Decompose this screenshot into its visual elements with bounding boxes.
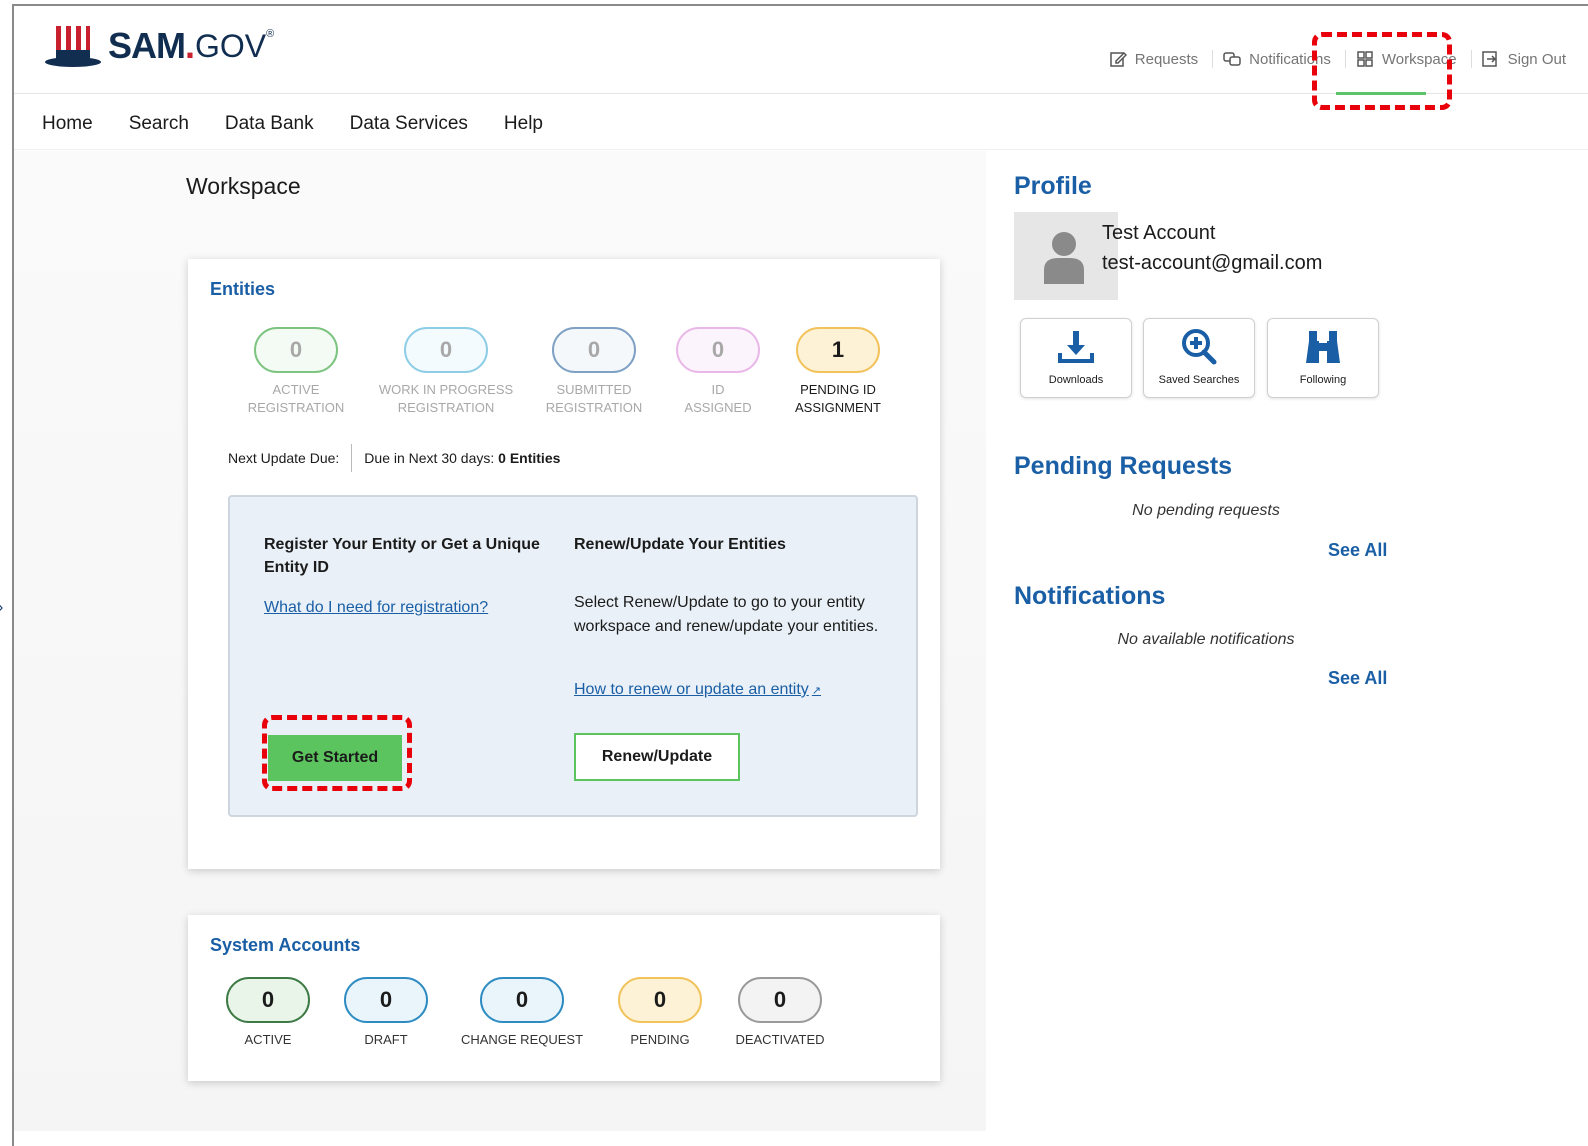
stat-label: ACTIVE REGISTRATION [247,382,345,415]
stat-id-assigned[interactable]: 0 ID ASSIGNED [658,327,778,417]
due-count: 0 Entities [498,450,561,466]
stat-pill: 0 [676,327,760,373]
sys-stat-change-request[interactable]: 0 CHANGE REQUEST [452,977,592,1049]
pending-requests-title: Pending Requests [1014,452,1233,480]
following-label: Following [1299,374,1347,386]
stat-pill: 0 [404,327,488,373]
renew-help-link: How to renew or update an entity [574,681,809,698]
divider [351,444,353,472]
notifications-see-all[interactable]: See All [1328,668,1387,689]
nav-data-bank[interactable]: Data Bank [225,113,314,135]
stat-label: ID ASSIGNED [684,382,752,415]
sys-stat-pending[interactable]: 0 PENDING [600,977,720,1049]
zoom-in-icon [1182,329,1217,365]
download-icon [1058,331,1094,363]
requests-link[interactable]: Requests [1109,50,1198,68]
site-header: SAM. GOV ® Requests Notifications Workspac… [14,6,1588,110]
page-edge-arrow: › [0,600,8,616]
logo-gov-text: GOV [195,27,267,64]
chat-bubbles-icon [1223,52,1241,66]
external-link-icon: ↗ [811,685,822,697]
pending-requests-see-all[interactable]: See All [1328,540,1387,561]
binoculars-icon [1306,331,1340,363]
signout-link[interactable]: Sign Out [1470,50,1566,68]
entities-card: Entities 0 ACTIVE REGISTRATION 0 WORK IN … [188,259,940,869]
renew-description: Select Renew/Update to go to your entity… [574,594,879,635]
stat-label: WORK IN PROGRESS REGISTRATION [378,382,514,415]
stat-pill: 0 [344,977,428,1023]
stat-pill: 0 [480,977,564,1023]
stat-label: DEACTIVATED [735,1032,825,1047]
entity-actions-panel: Register Your Entity or Get a Unique Ent… [228,495,918,817]
nav-home[interactable]: Home [42,113,93,135]
renew-title: Renew/Update Your Entities [574,536,786,553]
edit-icon [1110,51,1127,67]
stat-pill: 0 [226,977,310,1023]
sys-stat-deactivated[interactable]: 0 DEACTIVATED [720,977,840,1049]
notifications-title: Notifications [1014,582,1166,610]
renew-help-link-wrap[interactable]: How to renew or update an entity ↗ [574,681,821,699]
logo-dot: . [185,25,196,66]
registration-help-link[interactable]: What do I need for registration? [264,599,488,617]
stat-submitted-registration[interactable]: 0 SUBMITTED REGISTRATION [534,327,654,417]
sys-stat-active[interactable]: 0 ACTIVE [208,977,328,1049]
nav-data-services[interactable]: Data Services [350,113,468,135]
stat-label: DRAFT [364,1032,408,1047]
get-started-highlight-box [262,715,412,791]
stat-active-registration[interactable]: 0 ACTIVE REGISTRATION [236,327,356,417]
following-tile[interactable]: Following [1267,318,1379,398]
next-update-label: Next Update Due: [228,450,340,466]
stat-label: PENDING [630,1032,690,1047]
system-accounts-card: System Accounts 0 ACTIVE 0 DRAFT 0 CHANG… [188,915,940,1081]
nav-help[interactable]: Help [504,113,543,135]
stat-pill: 1 [796,327,880,373]
stat-label: PENDING ID ASSIGNMENT [795,382,881,415]
entities-title: Entities [210,279,276,299]
logo-sam-text: SAM [108,25,186,66]
downloads-tile[interactable]: Downloads [1020,318,1132,398]
stat-pill: 0 [738,977,822,1023]
stat-pill: 0 [552,327,636,373]
stat-label: CHANGE REQUEST [460,1032,584,1047]
browser-frame: SAM. GOV ® Requests Notifications Workspac… [12,4,1588,1146]
sign-out-icon [1481,51,1497,67]
stat-pill: 0 [254,327,338,373]
register-title: Register Your Entity or Get a Unique Ent… [264,536,540,576]
stat-label: SUBMITTED REGISTRATION [545,382,643,415]
stat-wip-registration[interactable]: 0 WORK IN PROGRESS REGISTRATION [374,327,518,417]
nav-search[interactable]: Search [129,113,189,135]
signout-label: Sign Out [1507,50,1566,68]
stat-pill: 0 [618,977,702,1023]
notifications-empty: No available notifications [1117,631,1295,648]
saved-searches-label: Saved Searches [1158,374,1240,386]
saved-searches-tile[interactable]: Saved Searches [1143,318,1255,398]
next-update-due: Next Update Due: Due in Next 30 days: 0 … [228,444,560,472]
renew-update-button[interactable]: Renew/Update [574,733,740,781]
system-accounts-title: System Accounts [210,935,361,955]
workspace-main: Workspace Entities 0 ACTIVE REGISTRATION … [14,151,986,1131]
profile-email: test-account@gmail.com [1102,252,1323,274]
logo-registered-mark: ® [266,28,275,40]
sam-logo[interactable]: SAM. GOV ® [44,24,274,68]
pending-requests-empty: No pending requests [1132,502,1280,519]
profile-title: Profile [1014,172,1092,200]
requests-label: Requests [1134,50,1199,68]
person-icon [1044,232,1084,284]
stat-label: ACTIVE [244,1032,292,1047]
sys-stat-draft[interactable]: 0 DRAFT [326,977,446,1049]
due-text: Due in Next 30 days: [364,450,495,466]
page-title: Workspace [186,173,301,199]
stat-pending-id-assignment[interactable]: 1 PENDING ID ASSIGNMENT [778,327,898,417]
downloads-label: Downloads [1048,374,1104,386]
profile-name: Test Account [1102,222,1216,244]
uncle-sam-hat-icon [45,26,101,67]
main-nav: Home Search Data Bank Data Services Help [14,98,1588,150]
